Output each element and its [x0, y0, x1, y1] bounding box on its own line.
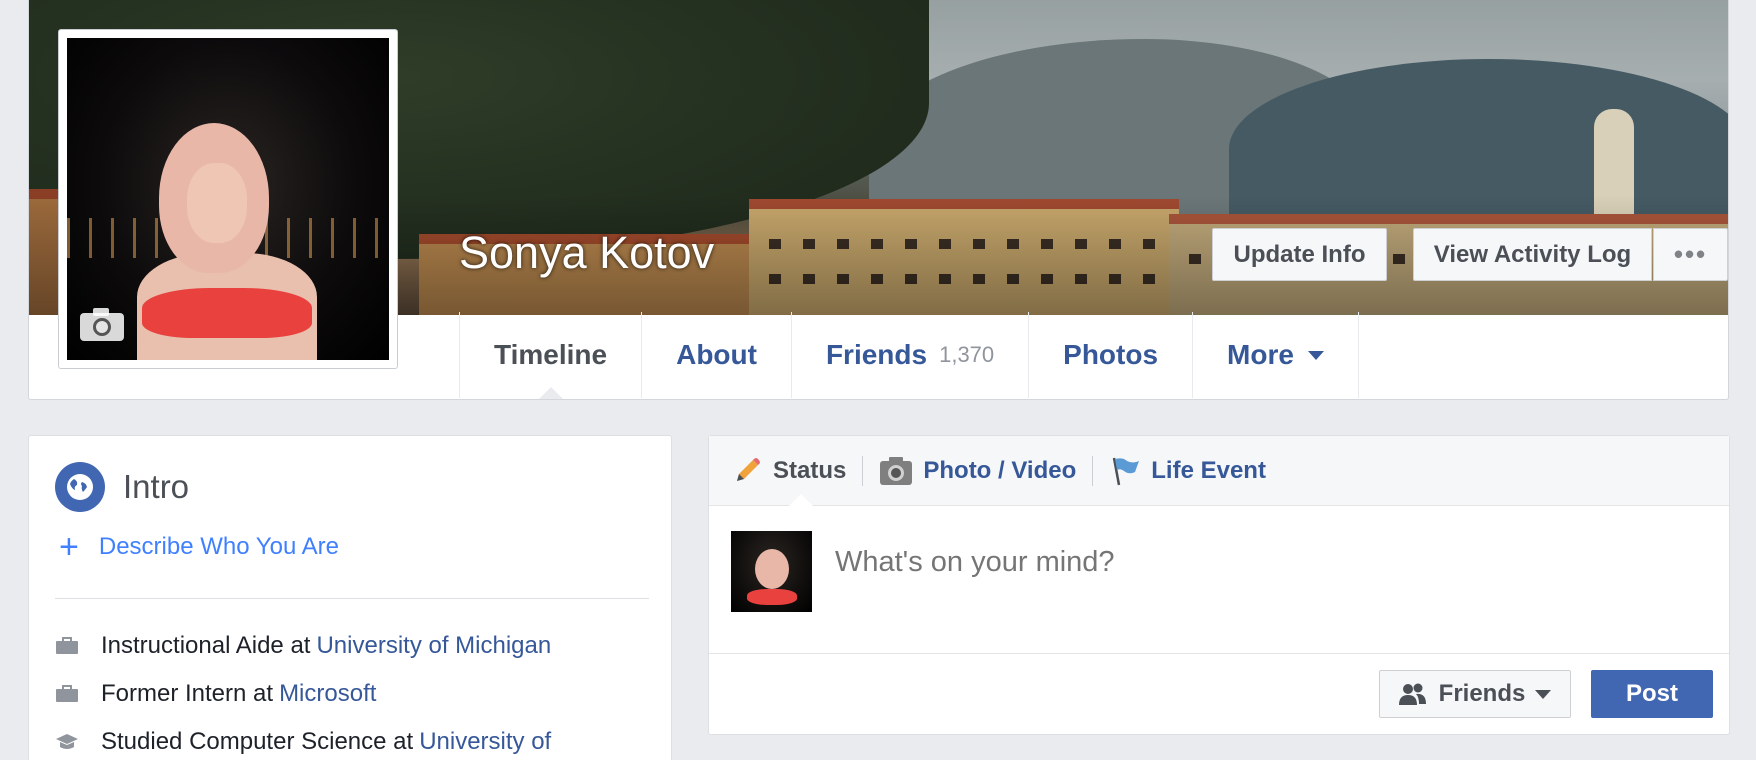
tab-label: Timeline: [494, 339, 608, 370]
friends-icon: [1398, 683, 1426, 705]
separator: [862, 455, 864, 486]
intro-item-text: Studied Computer Science at: [101, 728, 414, 755]
profile-picture[interactable]: [58, 29, 398, 369]
active-tab-notch: [789, 494, 813, 506]
camera-icon[interactable]: [79, 306, 125, 342]
composer-tab-label: Life Event: [1151, 456, 1266, 484]
intro-item-link[interactable]: University of Michigan: [316, 632, 551, 660]
audience-label: Friends: [1438, 680, 1526, 707]
composer-tab-life-event[interactable]: Life Event: [1109, 455, 1266, 487]
intro-item: Former Intern at Microsoft: [55, 680, 376, 708]
describe-label: Describe Who You Are: [98, 533, 339, 560]
friends-count: 1,370: [939, 342, 995, 367]
photo-person: [142, 288, 312, 338]
intro-item-text: Former Intern at: [101, 680, 274, 707]
globe-icon: [55, 462, 105, 512]
camera-icon: [880, 456, 913, 485]
tab-label: Photos: [1063, 339, 1159, 370]
update-info-button[interactable]: Update Info: [1212, 228, 1387, 281]
audience-selector[interactable]: Friends: [1379, 670, 1571, 718]
briefcase-icon: [56, 685, 78, 702]
tab-about[interactable]: About: [642, 312, 792, 398]
intro-item: Instructional Aide at University of Mich…: [55, 632, 551, 660]
intro-title: Intro: [123, 468, 190, 505]
composer-tab-status[interactable]: Status: [731, 455, 846, 487]
tab-friends[interactable]: Friends 1,370: [792, 312, 1030, 398]
graduation-cap-icon: [56, 734, 78, 749]
post-button[interactable]: Post: [1591, 670, 1713, 718]
intro-item-link[interactable]: University of: [419, 728, 551, 756]
tab-label: Friends: [825, 339, 928, 370]
tab-timeline[interactable]: Timeline: [460, 312, 643, 399]
status-input[interactable]: [835, 546, 1675, 579]
plus-icon: +: [59, 528, 79, 566]
pencil-icon: [737, 457, 760, 481]
caret-down-icon: [1535, 689, 1552, 699]
tab-more[interactable]: More: [1193, 312, 1359, 398]
intro-card: Intro + Describe Who You Are Instruction…: [28, 435, 672, 760]
briefcase-icon: [56, 637, 78, 654]
photo-person: [755, 549, 789, 589]
composer-tab-label: Photo / Video: [923, 456, 1077, 484]
intro-item: Studied Computer Science at University o…: [55, 728, 551, 756]
flag-icon: [1113, 457, 1140, 485]
profile-name[interactable]: Sonya Kotov: [459, 227, 714, 279]
describe-who-you-are-link[interactable]: + Describe Who You Are: [59, 530, 339, 564]
tab-label: More: [1227, 339, 1294, 370]
composer-footer: Friends Post: [709, 654, 1729, 734]
intro-item-text: Instructional Aide at: [101, 632, 311, 659]
composer-tab-photo-video[interactable]: Photo / Video: [879, 456, 1076, 486]
view-activity-log-button[interactable]: View Activity Log: [1413, 228, 1652, 281]
tab-photos[interactable]: Photos: [1029, 312, 1194, 398]
profile-tabs: Timeline About Friends 1,370 Photos More: [459, 312, 1359, 399]
caret-down-icon: [1307, 350, 1324, 360]
separator: [1092, 455, 1094, 486]
photo-person: [747, 589, 797, 605]
photo-person: [187, 163, 247, 243]
intro-header: Intro: [55, 462, 189, 512]
composer-tab-label: Status: [773, 456, 847, 484]
profile-photo: [67, 38, 389, 360]
avatar[interactable]: [731, 531, 812, 612]
tab-label: About: [676, 339, 757, 370]
post-composer: Status Photo / Video Life Event What's o…: [708, 435, 1730, 735]
divider: [55, 598, 649, 599]
intro-item-link[interactable]: Microsoft: [279, 680, 376, 708]
composer-tabs: Status Photo / Video Life Event: [709, 436, 1729, 506]
composer-body: [709, 506, 1729, 654]
more-options-button[interactable]: •••: [1653, 228, 1728, 281]
